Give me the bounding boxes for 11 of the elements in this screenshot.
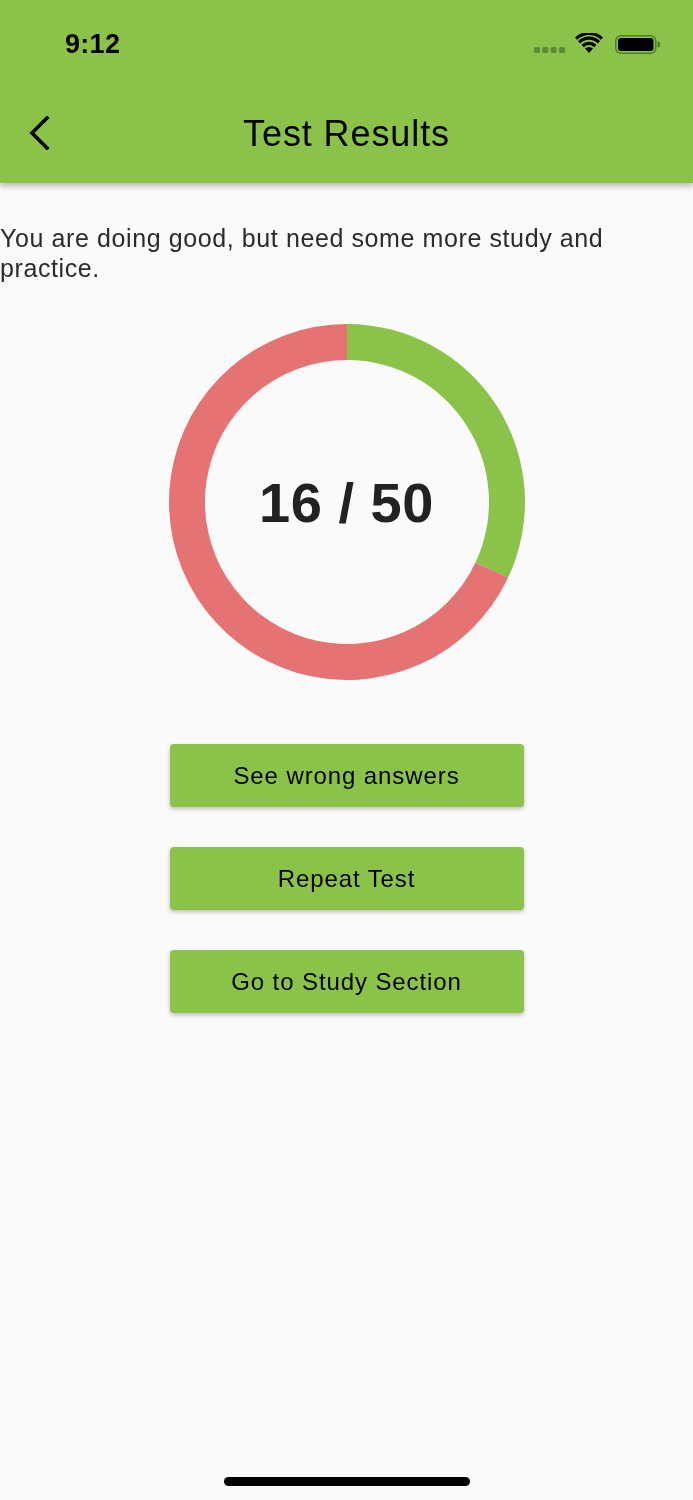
wifi-icon — [575, 33, 603, 53]
score-text: 16 / 50 — [259, 469, 434, 535]
result-message: You are doing good, but need some more study and practice. — [0, 223, 605, 283]
action-button[interactable]: Go to Study Section — [169, 950, 524, 1013]
battery-icon — [615, 34, 660, 54]
back-icon[interactable] — [27, 116, 51, 150]
screen-title: Test Results — [243, 112, 450, 155]
signal-icon — [534, 47, 565, 53]
action-button[interactable]: Repeat Test — [169, 847, 524, 910]
status-time: 9:12 — [65, 28, 121, 60]
action-button[interactable]: See wrong answers — [169, 744, 524, 807]
